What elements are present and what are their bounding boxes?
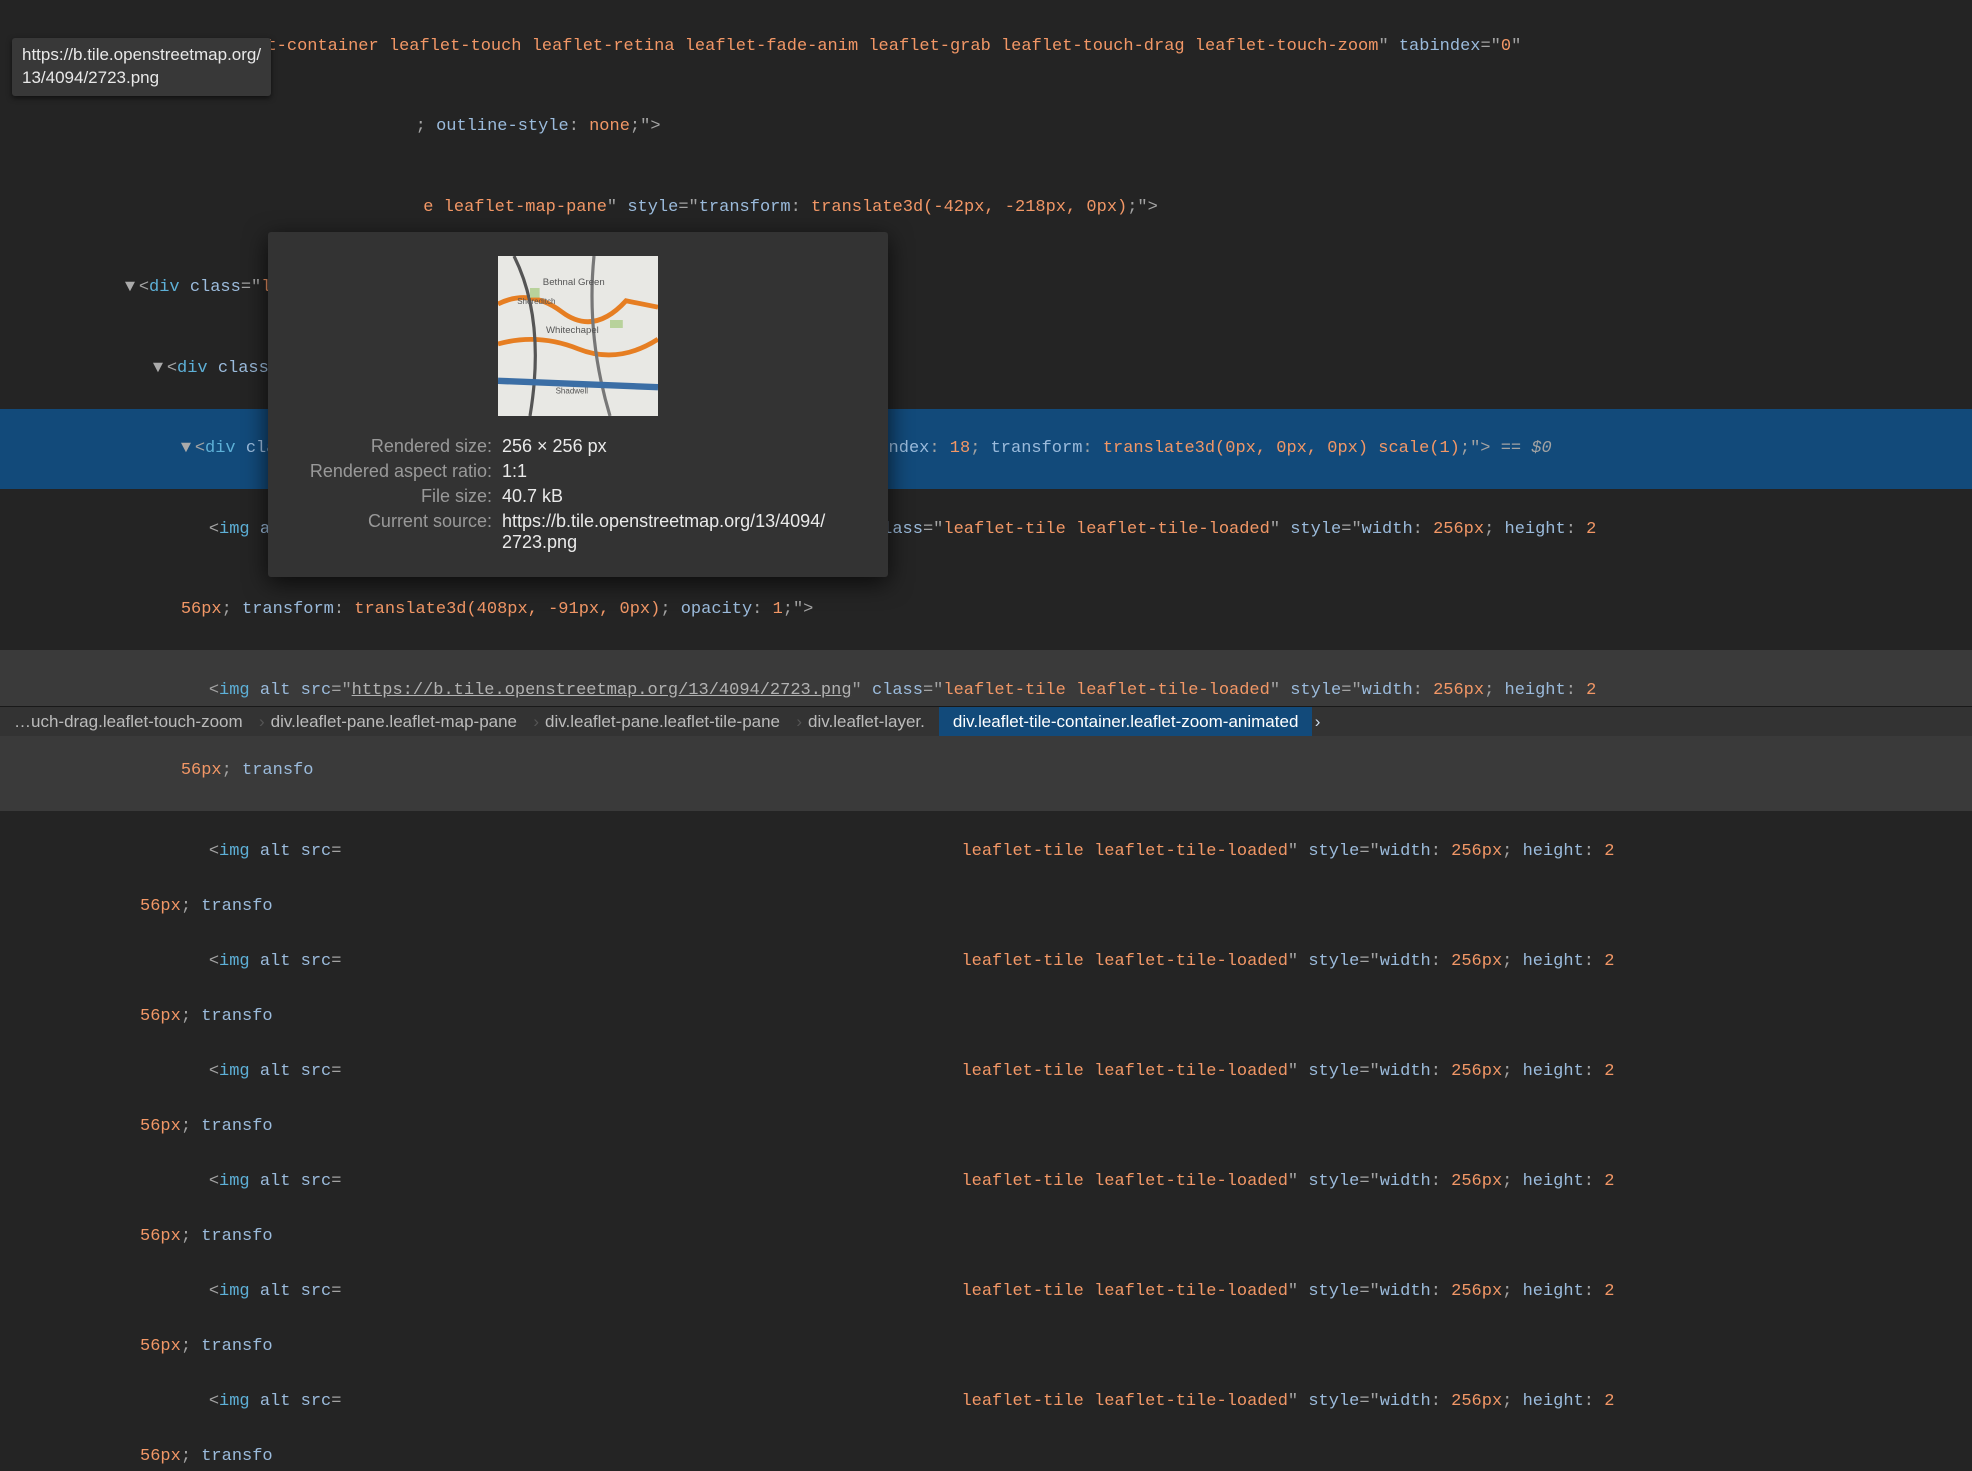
- dom-node-continuation[interactable]: 56px; transfo: [0, 731, 1972, 812]
- url-tooltip: https://b.tile.openstreetmap.org/ 13/409…: [12, 38, 271, 96]
- svg-text:Bethnal Green: Bethnal Green: [543, 277, 605, 288]
- breadcrumb[interactable]: …uch-drag.leaflet-touch-zoom› div.leafle…: [0, 706, 1972, 736]
- popover-label: File size:: [292, 486, 502, 507]
- breadcrumb-item[interactable]: div.leaflet-pane.leaflet-map-pane›: [257, 707, 531, 736]
- tile-thumbnail: Whitechapel Bethnal Green Shoreditch Sha…: [498, 256, 658, 416]
- breadcrumb-item-selected[interactable]: div.leaflet-tile-container.leaflet-zoom-…: [939, 707, 1313, 736]
- popover-label: Rendered size:: [292, 436, 502, 457]
- dom-node-continuation[interactable]: 56px; transfo: [0, 892, 1972, 922]
- breadcrumb-item[interactable]: div.leaflet-layer.›: [794, 707, 939, 736]
- disclosure-triangle-icon[interactable]: ▼: [153, 356, 167, 382]
- dom-node-img[interactable]: <img alt src=leaflet-tile leaflet-tile-l…: [0, 1141, 1972, 1222]
- popover-label: Current source:: [292, 511, 502, 553]
- dom-node-continuation[interactable]: 56px; transfo: [0, 1222, 1972, 1252]
- disclosure-triangle-icon[interactable]: ▼: [181, 436, 195, 462]
- breadcrumb-item[interactable]: div.leaflet-pane.leaflet-tile-pane›: [531, 707, 794, 736]
- disclosure-triangle-icon[interactable]: ▼: [125, 275, 139, 301]
- popover-value: 40.7 kB: [502, 486, 864, 507]
- dom-node-img[interactable]: <img alt src=leaflet-tile leaflet-tile-l…: [0, 1361, 1972, 1442]
- dom-node-continuation[interactable]: 56px; transfo: [0, 1332, 1972, 1362]
- dom-node-img[interactable]: <img alt src=leaflet-tile leaflet-tile-l…: [0, 1031, 1972, 1112]
- popover-value: 1:1: [502, 461, 864, 482]
- dom-node[interactable]: ▼<div class="leaflet-container leaflet-t…: [0, 6, 1972, 87]
- popover-value: 256 × 256 px: [502, 436, 864, 457]
- svg-text:Shadwell: Shadwell: [556, 387, 589, 396]
- dom-node-img[interactable]: <img alt src=leaflet-tile leaflet-tile-l…: [0, 1251, 1972, 1332]
- selected-marker: == $0: [1491, 439, 1552, 458]
- chevron-right-icon: ›: [1315, 712, 1321, 732]
- tooltip-line: 13/4094/2723.png: [22, 68, 159, 87]
- popover-label: Rendered aspect ratio:: [292, 461, 502, 482]
- dom-node-continuation[interactable]: 56px; transfo: [0, 1112, 1972, 1142]
- dom-node-continuation[interactable]: 56px; transfo: [0, 1002, 1972, 1032]
- breadcrumb-item[interactable]: …uch-drag.leaflet-touch-zoom›: [0, 707, 257, 736]
- popover-value: https://b.tile.openstreetmap.org/13/4094…: [502, 511, 864, 553]
- dom-node-continuation[interactable]: 56px; transfo: [0, 1442, 1972, 1471]
- dom-node-continuation[interactable]: ..................................; outl…: [0, 87, 1972, 168]
- image-preview-popover: Whitechapel Bethnal Green Shoreditch Sha…: [268, 232, 888, 577]
- dom-node-img[interactable]: <img alt src=leaflet-tile leaflet-tile-l…: [0, 921, 1972, 1002]
- tile-url-link[interactable]: https://b.tile.openstreetmap.org/13/4094…: [352, 681, 852, 700]
- svg-text:Shoreditch: Shoreditch: [517, 297, 555, 306]
- dom-node-continuation[interactable]: 56px; transform: translate3d(408px, -91p…: [0, 570, 1972, 651]
- dom-node-img[interactable]: <img alt src=leaflet-tile leaflet-tile-l…: [0, 811, 1972, 892]
- tooltip-line: https://b.tile.openstreetmap.org/: [22, 45, 261, 64]
- svg-text:Whitechapel: Whitechapel: [546, 325, 599, 336]
